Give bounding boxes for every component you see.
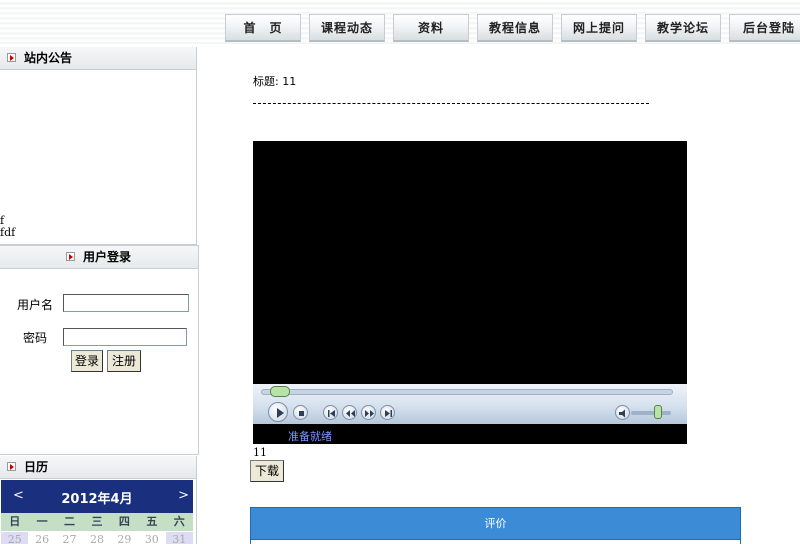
weekday: 四 <box>118 515 130 528</box>
nav-tutorial-info[interactable]: 教程信息 <box>477 14 553 42</box>
login-header: 用户登录 <box>0 246 198 269</box>
calendar-header: 日历 <box>0 456 196 479</box>
evaluation-header: 评价 <box>250 507 741 540</box>
volume-slider[interactable] <box>631 411 671 415</box>
register-button[interactable]: 注册 <box>107 350 141 372</box>
notice-line: dfdf <box>0 226 16 239</box>
calendar-panel: 日历 < 2012年4月 > 日 一 二 三 四 五 六 25 26 27 28… <box>0 456 197 544</box>
nav-admin-login[interactable]: 后台登陆 <box>729 14 800 42</box>
calendar-day[interactable]: 29 <box>111 532 138 544</box>
rewind-icon[interactable] <box>342 405 357 420</box>
arrow-right-icon <box>7 53 16 62</box>
previous-icon[interactable] <box>323 405 338 420</box>
fast-forward-icon[interactable] <box>361 405 376 420</box>
weekday: 五 <box>146 515 158 528</box>
calendar-day[interactable]: 26 <box>28 532 55 544</box>
username-label: 用户名 <box>17 298 54 312</box>
calendar-day[interactable]: 28 <box>83 532 110 544</box>
main-nav: 首 页 课程动态 资料 教程信息 网上提问 教学论坛 后台登陆 <box>225 14 800 42</box>
calendar-day[interactable]: 31 <box>165 532 193 544</box>
nav-materials[interactable]: 资料 <box>393 14 469 42</box>
video-caption: 11 <box>253 446 267 459</box>
volume-handle[interactable] <box>653 405 662 419</box>
notice-content: df dfdf <box>0 215 15 239</box>
nav-forum[interactable]: 教学论坛 <box>645 14 721 42</box>
login-panel: 用户登录 用户名 密码 登录 注册 <box>0 245 199 455</box>
login-button[interactable]: 登录 <box>71 350 103 372</box>
weekday: 二 <box>64 515 76 528</box>
calendar-day[interactable]: 25 <box>1 532 29 544</box>
evaluation-panel <box>250 539 741 544</box>
calendar-days: 25 26 27 28 29 30 31 <box>1 532 193 544</box>
media-player: 准备就绪 <box>253 141 687 444</box>
video-screen[interactable] <box>253 141 687 384</box>
username-input[interactable] <box>63 294 189 312</box>
nav-home[interactable]: 首 页 <box>225 14 301 42</box>
password-label: 密码 <box>23 331 48 345</box>
volume-icon[interactable] <box>615 405 630 420</box>
calendar-month-bar: < 2012年4月 > <box>1 480 193 513</box>
weekday: 六 <box>173 515 185 528</box>
stop-icon[interactable] <box>293 405 308 420</box>
page: 首 页 课程动态 资料 教程信息 网上提问 教学论坛 后台登陆 站内公告 df … <box>0 0 800 544</box>
next-month-button[interactable]: > <box>178 488 189 503</box>
arrow-right-icon <box>65 252 75 261</box>
player-controls <box>253 384 687 424</box>
calendar-month: 2012年4月 <box>61 492 133 507</box>
download-button[interactable]: 下载 <box>250 460 284 482</box>
next-icon[interactable] <box>380 405 395 420</box>
notice-header: 站内公告 <box>0 47 196 70</box>
weekday: 三 <box>91 515 103 528</box>
password-input[interactable] <box>63 328 187 346</box>
login-title: 用户登录 <box>82 250 131 264</box>
calendar-title: 日历 <box>24 460 49 474</box>
notice-title: 站内公告 <box>24 51 73 65</box>
calendar-day[interactable]: 30 <box>138 532 165 544</box>
seek-handle[interactable] <box>269 386 290 397</box>
nav-online-questions[interactable]: 网上提问 <box>561 14 637 42</box>
page-title: 标题: 11 <box>253 75 297 88</box>
seek-bar[interactable] <box>261 389 673 395</box>
play-icon[interactable] <box>268 402 288 422</box>
notice-panel: 站内公告 df dfdf <box>0 47 197 245</box>
player-status: 准备就绪 <box>288 430 332 443</box>
weekday: 日 <box>9 515 21 528</box>
calendar-weekdays: 日 一 二 三 四 五 六 <box>1 513 193 531</box>
divider <box>253 103 649 104</box>
nav-course-news[interactable]: 课程动态 <box>309 14 385 42</box>
weekday: 一 <box>36 515 48 528</box>
calendar-day[interactable]: 27 <box>56 532 83 544</box>
arrow-right-icon <box>7 462 16 471</box>
